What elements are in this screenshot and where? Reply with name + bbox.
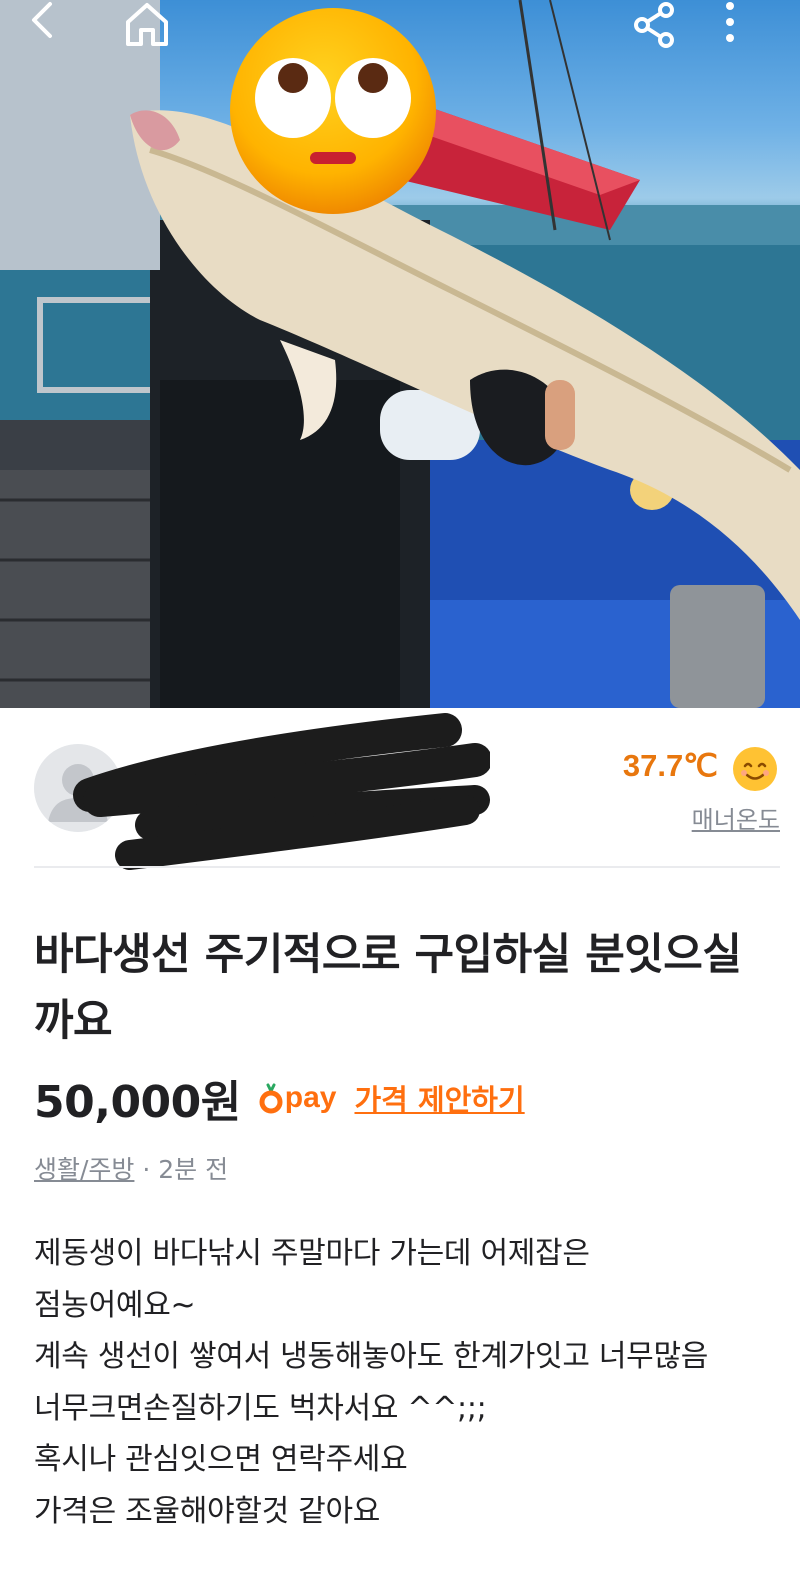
post-time: · 2분 전: [134, 1155, 229, 1184]
carrot-pay-badge: pay: [259, 1081, 337, 1115]
manner-temperature: 37.7℃: [622, 748, 718, 783]
product-photo[interactable]: [0, 0, 800, 708]
price-row: 50,000원 pay 가격 제안하기: [34, 1068, 525, 1128]
chevron-left-icon: [32, 2, 52, 38]
eye-roll-emoji-icon: [230, 8, 436, 214]
share-icon: [634, 2, 674, 48]
home-button[interactable]: [122, 0, 186, 60]
category-link[interactable]: 생활/주방: [34, 1155, 134, 1184]
manner-temperature-link[interactable]: 매너온도: [692, 800, 780, 835]
share-button[interactable]: [630, 0, 694, 60]
carrot-pay-icon: [259, 1083, 283, 1114]
home-icon: [126, 3, 168, 46]
price: 50,000원: [34, 1077, 241, 1128]
redaction-scribble: [73, 713, 490, 870]
back-button[interactable]: [22, 0, 86, 60]
post-title: 바다생선 주기적으로 구입하실 분잇으실까요: [34, 930, 742, 1046]
more-vertical-icon: [726, 2, 734, 42]
post-meta: 생활/주방 · 2분 전: [34, 1150, 228, 1186]
profile-divider: [34, 866, 780, 868]
pay-label: pay: [284, 1081, 337, 1114]
price-offer-button[interactable]: 가격 제안하기: [354, 1077, 524, 1119]
post-description: 제동생이 바다낚시 주말마다 가는데 어제잡은 점농어예요~ 계속 생선이 쌓여…: [34, 1236, 709, 1529]
more-button[interactable]: [724, 0, 788, 60]
smiling-face-icon: [733, 747, 777, 791]
